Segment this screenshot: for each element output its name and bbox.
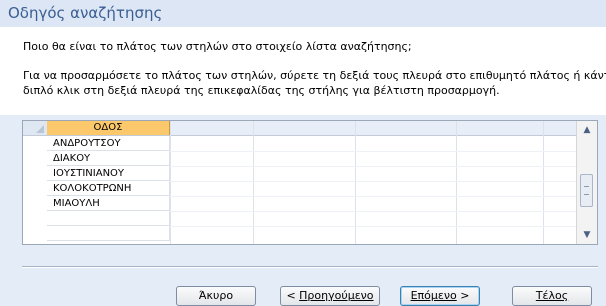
grid-line: [170, 226, 578, 227]
footer-separator-highlight: [22, 267, 598, 268]
question-text: Ποιο θα είναι το πλάτος των στηλών στο σ…: [23, 40, 412, 53]
instruction-line-2: διπλό κλικ στη δεξιά πλευρά της επικεφαλ…: [23, 84, 500, 97]
grid-line: [170, 211, 578, 212]
cancel-button[interactable]: Άκυρο: [176, 286, 256, 306]
row-selector-column[interactable]: [23, 136, 48, 244]
back-button-prefix: <: [286, 289, 300, 302]
next-button[interactable]: Επόμενο >: [400, 286, 480, 306]
next-button-label: Επόμενο: [410, 289, 457, 302]
table-row[interactable]: [47, 211, 170, 226]
instruction-line-1: Για να προσαρμόσετε το πλάτος των στηλών…: [23, 69, 606, 82]
select-all-corner[interactable]: [23, 121, 48, 135]
column-width-grid[interactable]: ΟΔΟΣ ΑΝΔΡΟΥΤΣΟΥ ΔΙΑΚΟΥ ΙΟΥΣΤΙΝΙΑΝΟΥ ΚΟΛΟ…: [22, 120, 598, 245]
dialog-title: Οδηγός αναζήτησης: [8, 4, 163, 22]
back-button[interactable]: < Προηγούμενο: [280, 286, 380, 306]
column-cells: ΑΝΔΡΟΥΤΣΟΥ ΔΙΑΚΟΥ ΙΟΥΣΤΙΝΙΑΝΟΥ ΚΟΛΟΚΟΤΡΩ…: [47, 136, 170, 244]
table-row[interactable]: ΚΟΛΟΚΟΤΡΩΝΗ: [47, 181, 170, 196]
cancel-button-label: Άκυρο: [198, 289, 234, 302]
finish-button-label: Τέλος: [535, 289, 569, 302]
scroll-up-arrow-icon[interactable]: ▲: [577, 121, 597, 139]
grid-line: [170, 166, 578, 167]
table-row[interactable]: ΜΙΑΟΥΛΗ: [47, 196, 170, 211]
back-button-label: Προηγούμενο: [299, 289, 374, 302]
grid-line: [170, 196, 578, 197]
title-bar: Οδηγός αναζήτησης: [0, 0, 606, 27]
scroll-thumb[interactable]: [580, 174, 593, 207]
vertical-scrollbar[interactable]: ▲ ▼: [576, 121, 597, 244]
column-header-odos[interactable]: ΟΔΟΣ: [47, 121, 170, 135]
table-row[interactable]: ΔΙΑΚΟΥ: [47, 151, 170, 166]
finish-button[interactable]: Τέλος: [512, 286, 592, 306]
scroll-down-arrow-icon[interactable]: ▼: [577, 226, 597, 244]
table-row[interactable]: [47, 226, 170, 241]
grid-line: [170, 181, 578, 182]
grid-line: [170, 151, 578, 152]
table-row[interactable]: ΙΟΥΣΤΙΝΙΑΝΟΥ: [47, 166, 170, 181]
next-button-suffix: >: [456, 289, 470, 302]
table-row[interactable]: ΑΝΔΡΟΥΤΣΟΥ: [47, 136, 170, 151]
